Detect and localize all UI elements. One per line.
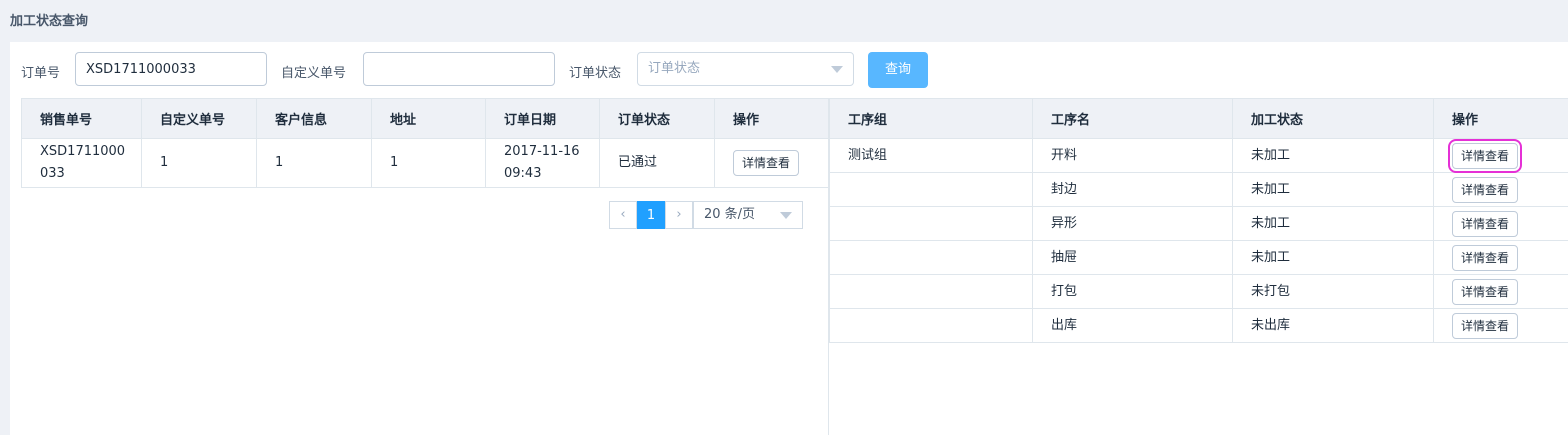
orders-table: 销售单号 自定义单号 客户信息 地址 订单日期 订单状态 操作 XSD17110… — [21, 98, 829, 188]
table-row[interactable]: 测试组 开料 未加工 详情查看 — [829, 138, 1568, 173]
process-name-cell: 异形 — [1032, 206, 1233, 241]
col-action: 操作 — [714, 98, 829, 139]
order-status-label: 订单状态 — [569, 66, 622, 81]
process-action-cell: 详情查看 — [1433, 308, 1568, 343]
process-group-cell — [829, 274, 1033, 309]
col-address: 地址 — [371, 98, 486, 139]
sales-no-line2: 033 — [40, 166, 65, 181]
page-size-select[interactable]: 20 条/页 — [693, 201, 803, 229]
page-size-value: 20 条/页 — [704, 207, 756, 222]
process-state-cell: 未加工 — [1232, 206, 1434, 241]
process-detail-button[interactable]: 详情查看 — [1452, 244, 1519, 271]
process-detail-button[interactable]: 详情查看 — [1447, 138, 1523, 173]
page-number[interactable]: 1 — [637, 201, 665, 229]
process-state-cell: 未加工 — [1232, 172, 1434, 207]
col-customer: 客户信息 — [256, 98, 372, 139]
custom-no-label: 自定义单号 — [281, 66, 347, 81]
process-name-cell: 出库 — [1032, 308, 1233, 343]
table-row[interactable]: 出库 未出库 详情查看 — [829, 308, 1568, 343]
process-detail-button[interactable]: 详情查看 — [1452, 210, 1519, 237]
order-detail-button[interactable]: 详情查看 — [733, 150, 800, 176]
page-title: 加工状态查询 — [10, 14, 89, 29]
chevron-down-icon — [831, 66, 843, 73]
sales-no-cell: XSD1711000 033 — [21, 138, 142, 188]
order-status-placeholder: 订单状态 — [648, 61, 701, 76]
table-row[interactable]: 异形 未加工 详情查看 — [829, 206, 1568, 241]
query-button[interactable]: 查询 — [868, 52, 928, 88]
process-action-cell: 详情查看 — [1433, 206, 1568, 241]
order-date-cell: 2017-11-16 09:43 — [485, 138, 600, 188]
process-group-cell — [829, 240, 1033, 275]
process-name-cell: 打包 — [1032, 274, 1233, 309]
col-order-date: 订单日期 — [485, 98, 600, 139]
col-process-name: 工序名 — [1032, 98, 1233, 139]
process-name-cell: 抽屉 — [1032, 240, 1233, 275]
process-group-cell — [829, 206, 1033, 241]
order-no-input[interactable] — [75, 52, 267, 86]
process-detail-button[interactable]: 详情查看 — [1452, 176, 1519, 203]
chevron-left-icon[interactable]: ‹ — [609, 201, 637, 229]
col-custom-no: 自定义单号 — [141, 98, 257, 139]
order-status-select[interactable]: 订单状态 — [637, 52, 854, 86]
process-state-cell: 未出库 — [1232, 308, 1434, 343]
orders-header-row: 销售单号 自定义单号 客户信息 地址 订单日期 订单状态 操作 — [21, 98, 829, 139]
action-cell: 详情查看 — [714, 138, 829, 188]
process-detail-button[interactable]: 详情查看 — [1452, 312, 1519, 339]
order-no-label: 订单号 — [21, 66, 61, 81]
col-process-group: 工序组 — [829, 98, 1033, 139]
process-group-cell: 测试组 — [829, 138, 1033, 173]
process-state-cell: 未加工 — [1232, 138, 1434, 173]
process-name-cell: 开料 — [1032, 138, 1233, 173]
process-state-cell: 未打包 — [1232, 274, 1434, 309]
process-action-cell: 详情查看 — [1433, 138, 1568, 173]
customer-cell: 1 — [256, 138, 372, 188]
col-process-state: 加工状态 — [1232, 98, 1434, 139]
main-panel: 订单号 自定义单号 订单状态 订单状态 查询 销售单号 自定义单号 客户信息 地… — [10, 42, 1568, 435]
process-header-row: 工序组 工序名 加工状态 操作 — [829, 98, 1568, 139]
process-name-cell: 封边 — [1032, 172, 1233, 207]
table-row[interactable]: 抽屉 未加工 详情查看 — [829, 240, 1568, 275]
process-state-cell: 未加工 — [1232, 240, 1434, 275]
process-action-cell: 详情查看 — [1433, 274, 1568, 309]
process-action-cell: 详情查看 — [1433, 240, 1568, 275]
process-detail-button[interactable]: 详情查看 — [1452, 278, 1519, 305]
custom-no-input[interactable] — [363, 52, 555, 86]
col-sales-no: 销售单号 — [21, 98, 142, 139]
order-status-cell: 已通过 — [599, 138, 715, 188]
table-row[interactable]: XSD1711000 033 1 1 1 2017-11-16 09:43 已通… — [21, 138, 829, 188]
table-row[interactable]: 打包 未打包 详情查看 — [829, 274, 1568, 309]
col-order-status: 订单状态 — [599, 98, 715, 139]
process-group-cell — [829, 172, 1033, 207]
custom-no-cell: 1 — [141, 138, 257, 188]
table-row[interactable]: 封边 未加工 详情查看 — [829, 172, 1568, 207]
chevron-right-icon[interactable]: › — [665, 201, 693, 229]
date-line2: 09:43 — [504, 166, 542, 181]
process-table: 工序组 工序名 加工状态 操作 测试组 开料 未加工 详情查看 封边 未加工 详… — [829, 98, 1568, 343]
process-group-cell — [829, 308, 1033, 343]
chevron-down-icon — [780, 212, 792, 219]
process-action-cell: 详情查看 — [1433, 172, 1568, 207]
sales-no-line1: XSD1711000 — [40, 144, 126, 159]
col-process-action: 操作 — [1433, 98, 1568, 139]
address-cell: 1 — [371, 138, 486, 188]
date-line1: 2017-11-16 — [504, 144, 580, 159]
